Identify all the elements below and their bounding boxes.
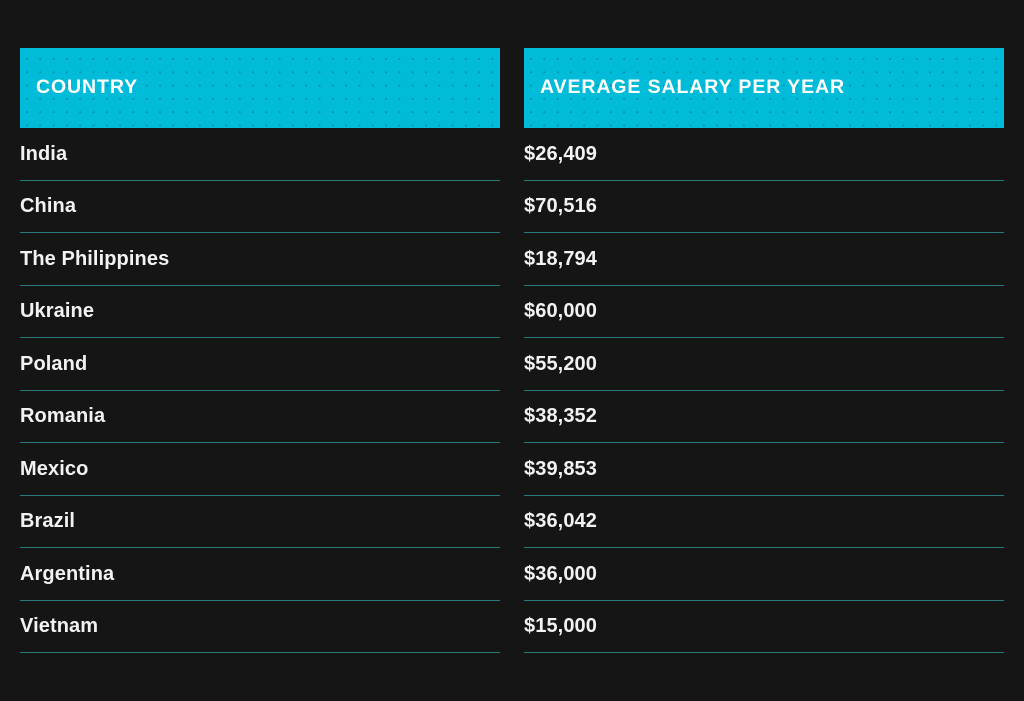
column-header-salary-label: AVERAGE SALARY PER YEAR <box>540 76 845 99</box>
cell-country: Argentina <box>20 548 500 601</box>
cell-salary: $26,409 <box>524 128 1004 181</box>
cell-country: Brazil <box>20 496 500 548</box>
cell-salary: $36,000 <box>524 548 1004 601</box>
table-row: Poland $55,200 <box>20 338 1004 391</box>
cell-salary: $55,200 <box>524 338 1004 391</box>
cell-country: Ukraine <box>20 286 500 338</box>
cell-salary: $39,853 <box>524 443 1004 496</box>
table-row: Romania $38,352 <box>20 391 1004 443</box>
cell-salary: $38,352 <box>524 391 1004 443</box>
column-header-country: COUNTRY <box>20 48 500 128</box>
table-row: The Philippines $18,794 <box>20 233 1004 286</box>
table-body: India $26,409 China $70,516 The Philippines $… <box>20 128 1004 653</box>
table-row: Brazil $36,042 <box>20 496 1004 548</box>
table-header-row: COUNTRY AVERAGE SALARY PER YEAR <box>20 48 1004 128</box>
cell-salary: $15,000 <box>524 601 1004 653</box>
cell-country: China <box>20 181 500 233</box>
cell-salary: $36,042 <box>524 496 1004 548</box>
cell-salary: $70,516 <box>524 181 1004 233</box>
cell-country: Vietnam <box>20 601 500 653</box>
cell-country: Poland <box>20 338 500 391</box>
cell-salary: $18,794 <box>524 233 1004 286</box>
column-header-country-label: COUNTRY <box>36 76 138 99</box>
cell-country: India <box>20 128 500 181</box>
table-row: Argentina $36,000 <box>20 548 1004 601</box>
cell-country: Romania <box>20 391 500 443</box>
table-row: Ukraine $60,000 <box>20 286 1004 338</box>
table-row: India $26,409 <box>20 128 1004 181</box>
salary-table: COUNTRY AVERAGE SALARY PER YEAR India $26… <box>20 48 1004 653</box>
cell-country: The Philippines <box>20 233 500 286</box>
column-header-salary: AVERAGE SALARY PER YEAR <box>524 48 1004 128</box>
table-row: China $70,516 <box>20 181 1004 233</box>
cell-salary: $60,000 <box>524 286 1004 338</box>
cell-country: Mexico <box>20 443 500 496</box>
table-row: Mexico $39,853 <box>20 443 1004 496</box>
table-row: Vietnam $15,000 <box>20 601 1004 653</box>
